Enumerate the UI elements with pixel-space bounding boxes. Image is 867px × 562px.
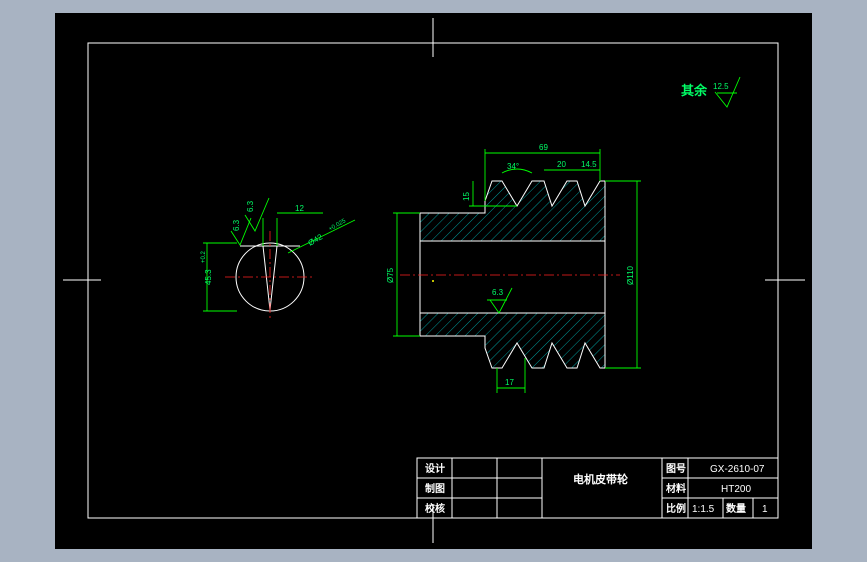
dim-keyway-width: 12 xyxy=(295,204,304,213)
pulley-bore xyxy=(419,240,606,314)
scale: 1:1.5 xyxy=(692,504,715,515)
drawing-canvas: 其余 12.5 45.3 +0.2 12 Ø42 +0.025 6.3 6.3 xyxy=(55,13,812,549)
pulley-lower-section xyxy=(419,312,606,369)
label-material: 材料 xyxy=(666,482,686,495)
label-quantity: 数量 xyxy=(726,502,746,515)
material: HT200 xyxy=(721,484,751,495)
label-review: 校核 xyxy=(425,502,445,515)
dim-hub-diameter: Ø75 xyxy=(386,267,395,283)
title-block: 设计 制图 校核 电机皮带轮 图号 GX-2610-07 材料 HT200 比例… xyxy=(416,457,779,519)
dim-groove-pitch: 20 xyxy=(557,160,566,169)
rough-keyway-bottom: 6.3 xyxy=(232,219,241,231)
dim-groove-depth: 15 xyxy=(462,192,471,201)
dim-total-length: 69 xyxy=(539,143,548,152)
rough-keyway-side: 6.3 xyxy=(246,200,255,212)
drawing-number: GX-2610-07 xyxy=(710,464,765,475)
dim-groove-angle: 34° xyxy=(507,162,519,171)
roughness-note-value: 12.5 xyxy=(713,82,729,91)
part-name: 电机皮带轮 xyxy=(573,472,628,486)
dim-groove-bottom: 17 xyxy=(505,378,514,387)
label-design: 设计 xyxy=(425,462,445,475)
dim-bore-diameter: Ø42 xyxy=(307,232,325,248)
label-drawing-no: 图号 xyxy=(666,463,686,475)
pulley-upper-section xyxy=(419,180,606,242)
dim-groove-edge: 14.5 xyxy=(581,160,597,169)
dim-outer-diameter: Ø110 xyxy=(626,265,635,285)
keyway-section-view: 45.3 +0.2 12 Ø42 +0.025 6.3 6.3 xyxy=(201,197,356,321)
cad-drawing: 其余 12.5 45.3 +0.2 12 Ø42 +0.025 6.3 6.3 xyxy=(63,18,805,543)
quantity: 1 xyxy=(762,504,768,515)
rough-bore: 6.3 xyxy=(492,288,504,297)
roughness-note-prefix: 其余 xyxy=(681,83,708,98)
surface-roughness-note: 其余 12.5 xyxy=(681,76,741,108)
dim-keyway-depth-tol: +0.2 xyxy=(201,250,207,263)
label-scale: 比例 xyxy=(666,502,686,515)
label-drafting: 制图 xyxy=(425,482,445,495)
dim-keyway-depth: 45.3 xyxy=(204,269,213,285)
pulley-main-view: Ø75 Ø110 69 34° 20 14.5 15 17 6.3 xyxy=(386,143,641,393)
